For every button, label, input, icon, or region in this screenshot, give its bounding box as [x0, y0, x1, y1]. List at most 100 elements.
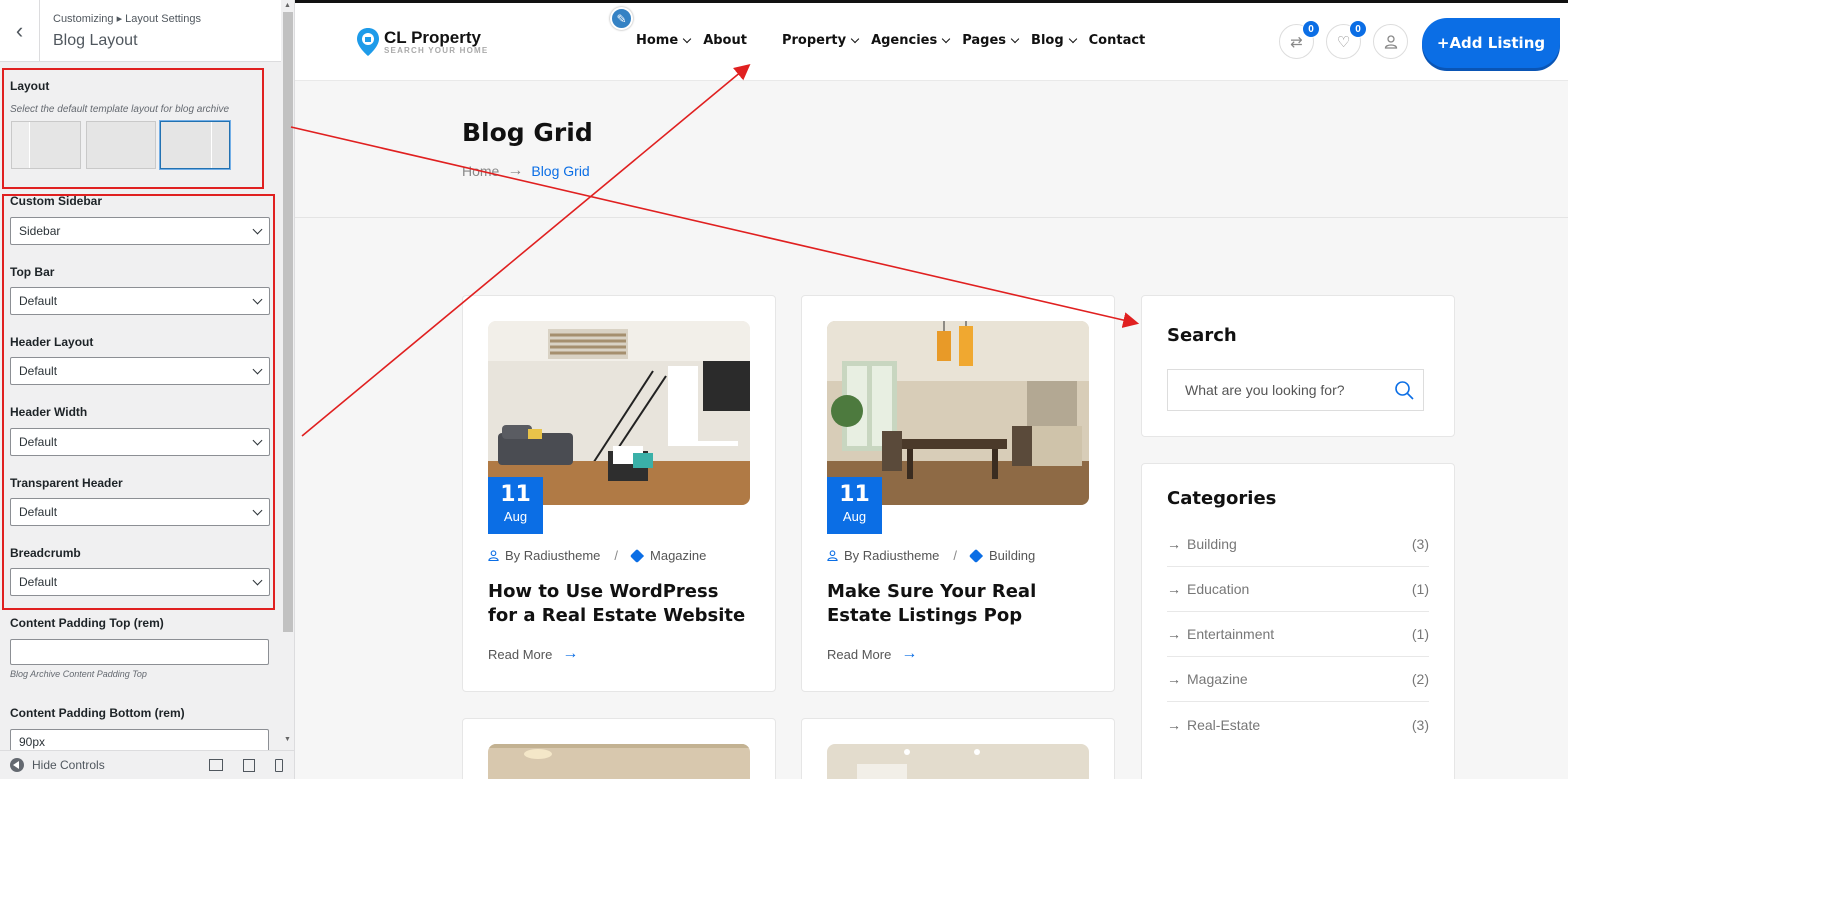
meta-separator: / [614, 548, 619, 563]
site-logo[interactable]: CL Property SEARCH YOUR HOME [356, 27, 488, 57]
tablet-preview-icon[interactable] [243, 759, 255, 772]
select-value: Default [19, 294, 58, 308]
post-author[interactable]: By Radiustheme [844, 548, 939, 563]
search-widget: Search What are you looking for? [1141, 295, 1455, 437]
plus-icon: + [1436, 34, 1450, 52]
main-nav: Home About Property Agencies Pages Blog … [636, 33, 1158, 48]
category-item[interactable]: → Building (3) [1167, 522, 1429, 567]
edit-pencil-icon[interactable]: ✎ [610, 7, 633, 30]
read-more-link[interactable]: Read More → [488, 645, 578, 663]
mobile-preview-icon[interactable] [275, 759, 283, 772]
category-name: Building [1187, 536, 1237, 552]
arrow-right-icon: → [1167, 581, 1181, 597]
blog-post-card: 11 Aug By Radiustheme / Magazine How to … [462, 295, 776, 692]
add-listing-button[interactable]: + Add Listing [1422, 18, 1560, 68]
category-item[interactable]: → Entertainment (1) [1167, 612, 1429, 657]
read-more-label: Read More [488, 646, 553, 662]
nav-item-home[interactable]: Home [636, 33, 692, 48]
post-title[interactable]: How to Use WordPress for a Real Estate W… [488, 580, 753, 628]
search-placeholder: What are you looking for? [1185, 382, 1345, 398]
header-layout-select[interactable]: Default [10, 357, 270, 385]
scroll-down-icon[interactable]: ▼ [284, 736, 291, 743]
padding-top-description: Blog Archive Content Padding Top [10, 669, 147, 679]
wishlist-button[interactable]: ♡ 0 [1326, 20, 1367, 59]
nav-item-agencies[interactable]: Agencies [871, 33, 951, 48]
layout-option-right-sidebar[interactable] [160, 121, 230, 169]
top-bar-select[interactable]: Default [10, 287, 270, 315]
chevron-down-icon [1010, 34, 1020, 44]
category-item[interactable]: → Magazine (2) [1167, 657, 1429, 702]
arrow-right-icon: → [1167, 626, 1181, 642]
compare-button[interactable]: ⇄ 0 [1279, 20, 1320, 59]
chevron-down-icon [252, 224, 263, 234]
chevron-down-icon [252, 505, 263, 515]
layout-label: Layout [10, 79, 50, 93]
post-author[interactable]: By Radiustheme [505, 548, 600, 563]
nav-label: Property [781, 33, 847, 48]
nav-label: Agencies [871, 33, 938, 48]
select-value: Default [19, 505, 58, 519]
breadcrumb-home-link[interactable]: Home [462, 163, 499, 179]
custom-sidebar-select[interactable]: Sidebar [10, 217, 270, 245]
customizer-footer: Hide Controls [0, 750, 294, 779]
user-icon [488, 550, 499, 561]
arrow-right-icon: → [562, 645, 579, 662]
post-thumbnail[interactable] [488, 744, 750, 779]
transparent-header-select[interactable]: Default [10, 498, 270, 526]
padding-top-label: Content Padding Top (rem) [10, 616, 164, 630]
nav-item-pages[interactable]: Pages [962, 33, 1020, 48]
padding-top-input[interactable] [10, 639, 269, 665]
select-value: Default [19, 575, 58, 589]
back-button[interactable]: ‹ [0, 0, 40, 62]
chevron-down-icon [252, 294, 263, 304]
site-header: CL Property SEARCH YOUR HOME ✎ Home Abou… [295, 3, 1568, 81]
logo-name: CL Property [384, 27, 481, 47]
post-month: Aug [503, 509, 528, 524]
desktop-preview-icon[interactable] [209, 759, 223, 771]
post-title[interactable]: Make Sure Your Real Estate Listings Pop [827, 580, 1092, 628]
search-input[interactable]: What are you looking for? [1167, 369, 1424, 411]
search-icon[interactable] [1394, 380, 1414, 400]
header-width-select[interactable]: Default [10, 428, 270, 456]
nav-item-contact[interactable]: Contact [1089, 33, 1146, 48]
post-image [488, 744, 750, 779]
post-thumbnail[interactable] [827, 744, 1089, 779]
select-value: Default [19, 364, 58, 378]
categories-widget: Categories → Building (3) → Education (1) → E… [1141, 463, 1455, 779]
add-listing-label: Add Listing [1449, 34, 1546, 52]
chevron-down-icon [682, 34, 692, 44]
categories-widget-title: Categories [1167, 488, 1277, 509]
tag-icon [968, 548, 984, 563]
customizer-scrollbar[interactable]: ▲ ▼ [281, 0, 294, 750]
select-value: Sidebar [19, 224, 61, 238]
nav-label: Blog [1031, 33, 1064, 48]
scroll-up-icon[interactable]: ▲ [284, 2, 291, 9]
category-count: (1) [1411, 581, 1429, 597]
layout-option-left-sidebar[interactable] [11, 121, 81, 169]
nav-item-property[interactable]: Property [781, 33, 860, 48]
meta-separator: / [953, 548, 958, 563]
arrow-right-icon: → [1167, 716, 1181, 733]
collapse-icon [10, 758, 24, 772]
nav-item-blog[interactable]: Blog [1031, 33, 1077, 48]
page-title: Blog Grid [462, 118, 593, 147]
header-layout-label: Header Layout [10, 335, 94, 349]
compare-arrows-icon: ⇄ [1290, 33, 1303, 51]
arrow-right-icon: → [901, 645, 918, 662]
post-category[interactable]: Magazine [650, 548, 706, 563]
category-item[interactable]: → Real-Estate (3) [1167, 702, 1429, 747]
blog-post-card [462, 718, 776, 779]
layout-description: Select the default template layout for b… [10, 104, 230, 115]
read-more-link[interactable]: Read More → [827, 645, 917, 663]
breadcrumb-select[interactable]: Default [10, 568, 270, 596]
chevron-down-icon [941, 34, 951, 44]
hide-controls-button[interactable]: Hide Controls [10, 758, 105, 772]
nav-item-about[interactable]: About [703, 33, 747, 48]
scrollbar-thumb[interactable] [283, 12, 293, 632]
heart-icon: ♡ [1336, 33, 1351, 51]
layout-option-full-width[interactable] [86, 121, 156, 169]
category-item[interactable]: → Education (1) [1167, 567, 1429, 612]
account-button[interactable] [1373, 24, 1408, 59]
top-bar-label: Top Bar [10, 265, 55, 279]
post-category[interactable]: Building [989, 548, 1035, 563]
